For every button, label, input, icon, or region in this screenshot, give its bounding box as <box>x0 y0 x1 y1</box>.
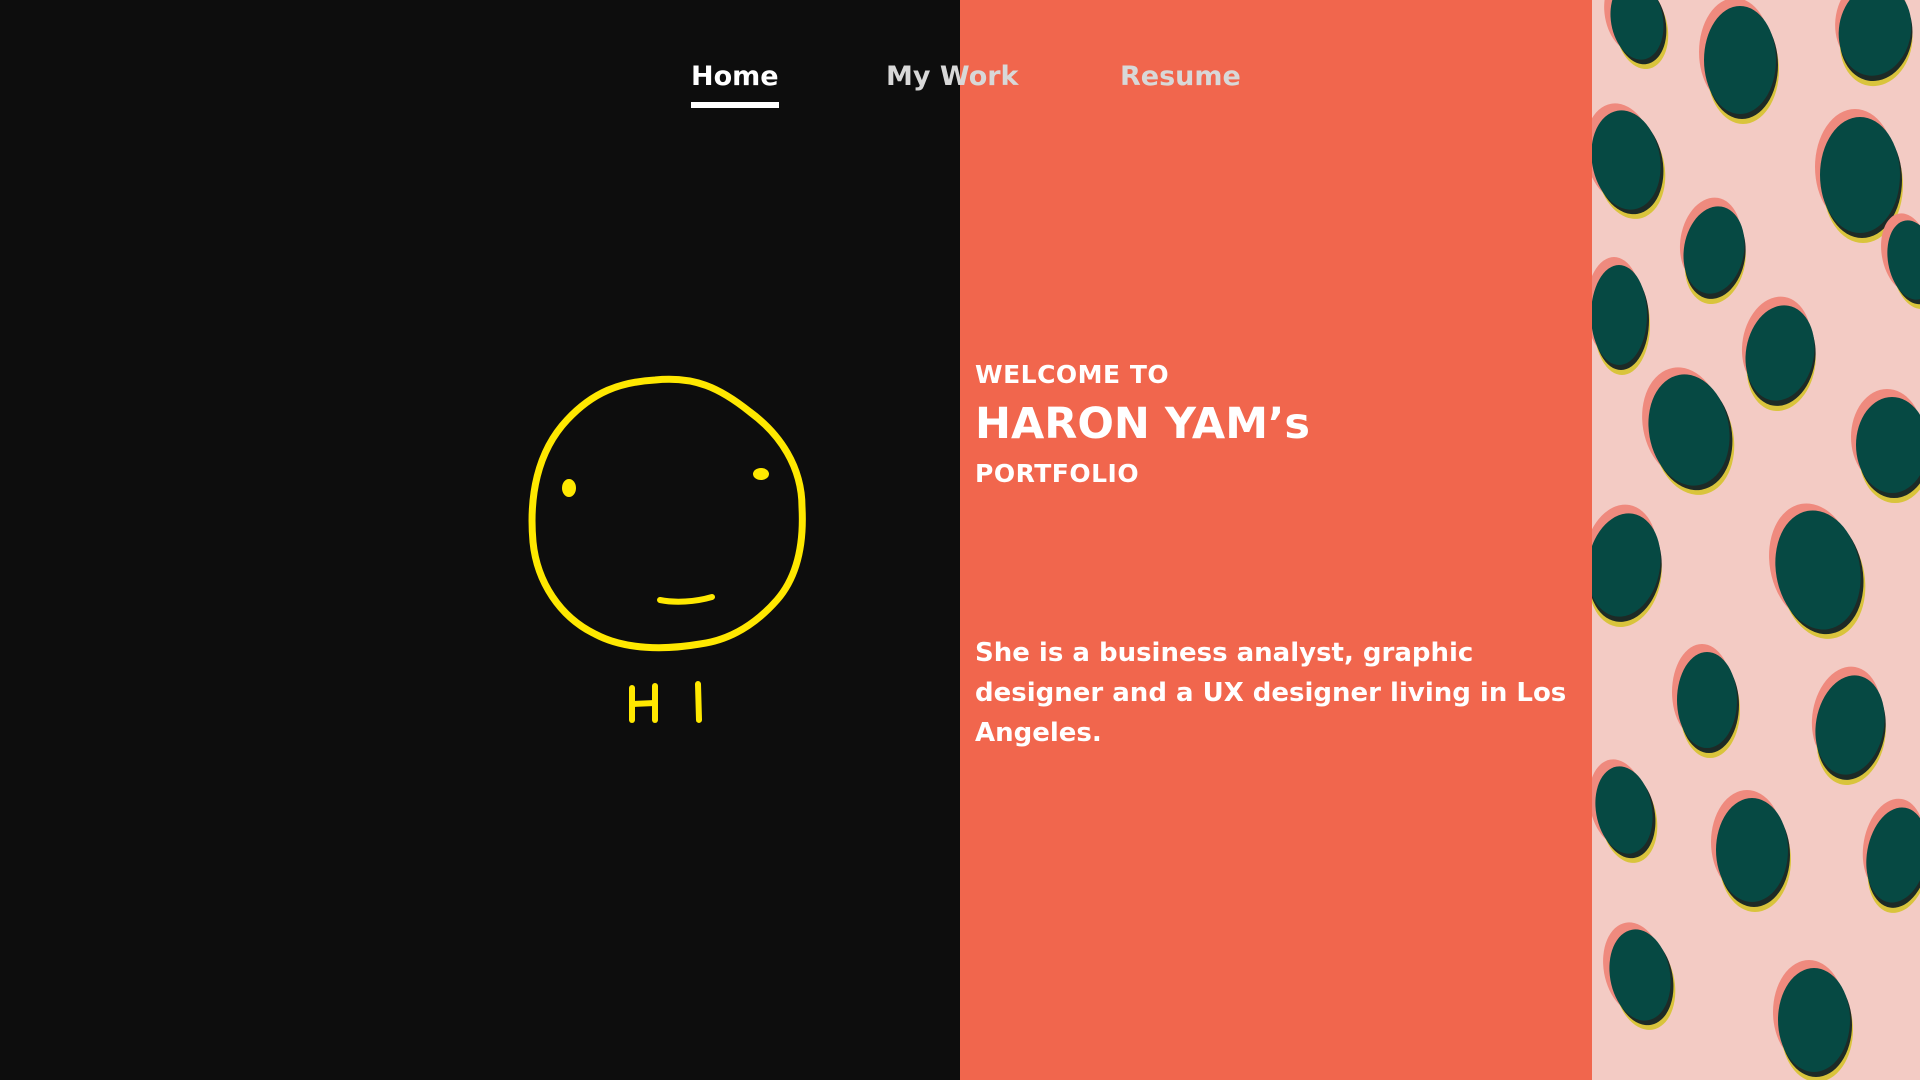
nav-my-work-link[interactable]: My Work <box>886 60 1019 94</box>
smiley-face-illustration <box>528 375 806 723</box>
hi-text-drawing <box>629 681 702 723</box>
pattern-dot <box>1741 296 1816 412</box>
nav-resume-link[interactable]: Resume <box>1120 60 1241 94</box>
smiley-left-eye <box>562 479 576 497</box>
dot-pattern-panel <box>1592 0 1920 1080</box>
pattern-dot <box>1862 798 1920 913</box>
pattern-dot <box>1592 504 1662 627</box>
pattern-dot <box>1592 759 1658 863</box>
welcome-to-label: WELCOME TO <box>975 360 1170 389</box>
pattern-dot <box>1851 389 1920 503</box>
nav-my-work-label: My Work <box>886 61 1019 92</box>
portfolio-label: PORTFOLIO <box>975 459 1140 488</box>
welcome-block: WELCOME TO HARON YAM’s PORTFOLIO <box>975 360 1310 488</box>
nav-home-link[interactable]: Home <box>691 60 779 108</box>
pattern-dot <box>1769 503 1866 639</box>
left-black-panel <box>0 0 960 1080</box>
pattern-dot <box>1642 367 1735 495</box>
pattern-dot <box>1711 790 1791 912</box>
pattern-dot <box>1679 197 1746 305</box>
bio-text: She is a business analyst, graphic desig… <box>975 638 1567 748</box>
nav-home-label: Home <box>691 61 779 92</box>
pattern-dot <box>1773 960 1853 1080</box>
portfolio-owner-name: HARON YAM’s <box>975 399 1310 449</box>
pattern-dot <box>1672 644 1740 758</box>
smiley-head-outline <box>528 375 806 652</box>
portfolio-page: Home My Work Resume WELCOME TO HARON YAM… <box>0 0 1920 1080</box>
polka-dot-pattern <box>1592 0 1920 1080</box>
smiley-mouth <box>657 594 715 605</box>
pattern-dot <box>1592 257 1650 375</box>
main-nav: Home My Work Resume <box>0 60 1920 120</box>
smiley-right-eye <box>753 468 769 480</box>
nav-resume-label: Resume <box>1120 61 1241 92</box>
pattern-dot <box>1603 922 1676 1030</box>
pattern-dot <box>1811 666 1886 785</box>
active-underline <box>691 102 779 108</box>
coral-panel <box>960 0 1592 1080</box>
